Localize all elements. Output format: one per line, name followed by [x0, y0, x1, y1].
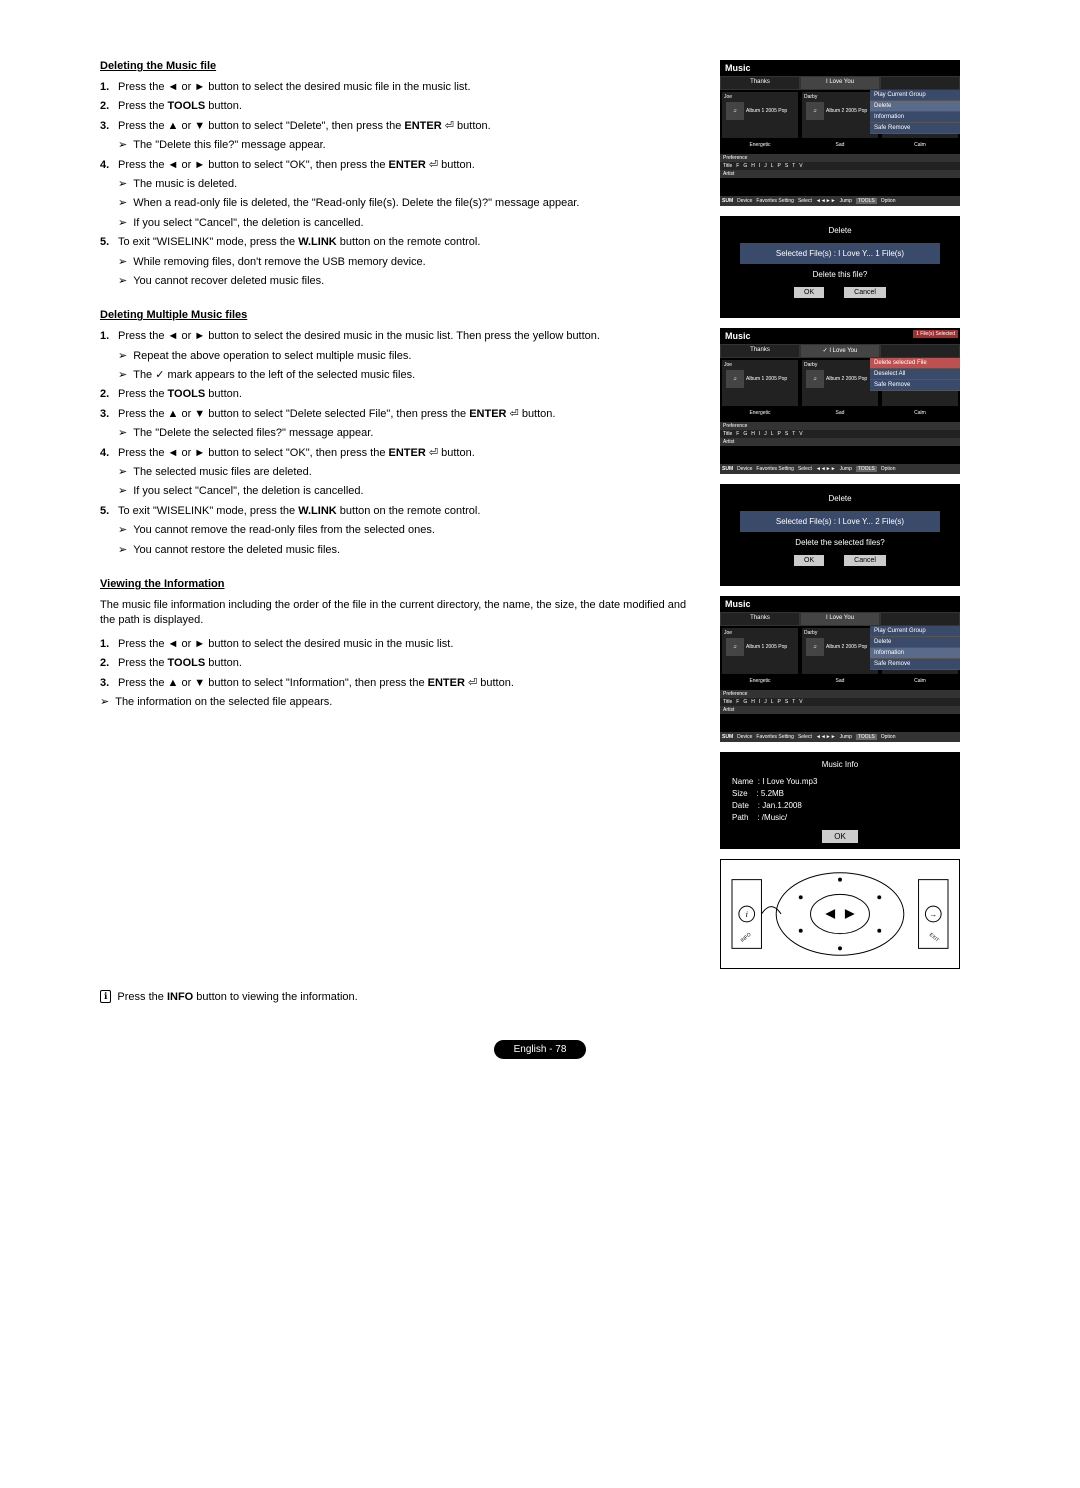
- steps-delete-single: 1.Press the ◄ or ► button to select the …: [100, 80, 700, 289]
- step-text: Press the ◄ or ► button to select the de…: [118, 80, 700, 95]
- context-menu: Play Current Group Delete Information Sa…: [870, 626, 960, 670]
- screenshot-music-delete: Music Thanks I Love You Joe♫Album 1 2005…: [720, 60, 960, 206]
- screenshot-music-info: Music Thanks I Love You Joe♫Album 1 2005…: [720, 596, 960, 742]
- section-title-delete-single: Deleting the Music file: [100, 60, 700, 72]
- context-menu: Delete selected File Deselect All Safe R…: [870, 358, 960, 391]
- section-title-view-info: Viewing the Information: [100, 578, 700, 590]
- menu-item-delete[interactable]: Delete: [870, 101, 960, 112]
- info-row: Name : I Love You.mp3: [732, 777, 948, 786]
- arrow-icon: ➢: [118, 138, 127, 153]
- menu-item[interactable]: Safe Remove: [870, 123, 960, 134]
- ss-tab[interactable]: Thanks: [720, 76, 800, 90]
- ss-tab[interactable]: I Love You: [800, 76, 880, 90]
- menu-item-information[interactable]: Information: [870, 648, 960, 659]
- cancel-button[interactable]: Cancel: [844, 555, 886, 566]
- menu-item[interactable]: Play Current Group: [870, 90, 960, 101]
- steps-delete-multiple: 1.Press the ◄ or ► button to select the …: [100, 329, 700, 558]
- cancel-button[interactable]: Cancel: [844, 287, 886, 298]
- menu-item-delete-selected[interactable]: Delete selected File: [870, 358, 960, 369]
- page-content: Deleting the Music file 1.Press the ◄ or…: [100, 60, 980, 1003]
- remote-diagram: i INFO → EXIT: [720, 859, 960, 969]
- menu-item[interactable]: Information: [870, 112, 960, 123]
- steps-view-info: 1.Press the ◄ or ► button to select the …: [100, 637, 700, 691]
- alpha-row: Title F G H I J L P S T V: [720, 162, 960, 170]
- intro-view-info: The music file information including the…: [100, 598, 700, 629]
- ok-button[interactable]: OK: [794, 555, 824, 566]
- step-num: 1.: [100, 80, 118, 95]
- ok-button[interactable]: OK: [822, 830, 858, 843]
- right-column: Music Thanks I Love You Joe♫Album 1 2005…: [720, 60, 980, 1003]
- music-note-icon: ♫: [726, 102, 744, 120]
- screenshot-music-delete-multiple: Music 1 File(s) Selected Thanks ✓ I Love…: [720, 328, 960, 474]
- dialog-delete-multiple: Delete Selected File(s) : I Love Y... 2 …: [720, 484, 960, 586]
- context-menu: Play Current Group Delete Information Sa…: [870, 90, 960, 134]
- svg-text:→: →: [929, 910, 937, 919]
- left-arrow-icon: [825, 909, 835, 919]
- music-card[interactable]: Joe♫Album 1 2005 Pop: [722, 92, 798, 138]
- ok-button[interactable]: OK: [794, 287, 824, 298]
- music-card[interactable]: Darby♫Album 2 2005 Pop: [802, 92, 878, 138]
- info-note: ℹ Press the INFO button to viewing the i…: [100, 990, 700, 1003]
- right-arrow-icon: [845, 909, 855, 919]
- remote-button-icon: ℹ: [100, 990, 111, 1003]
- left-column: Deleting the Music file 1.Press the ◄ or…: [100, 60, 700, 1003]
- music-note-icon: ♫: [806, 102, 824, 120]
- page-footer: English - 78: [100, 1043, 980, 1055]
- section-title-delete-multiple: Deleting Multiple Music files: [100, 309, 700, 321]
- dialog-delete-single: Delete Selected File(s) : I Love Y... 1 …: [720, 216, 960, 318]
- ss-header: Music: [720, 60, 960, 76]
- page-number: English - 78: [494, 1040, 587, 1059]
- music-info-panel: Music Info Name : I Love You.mp3 Size : …: [720, 752, 960, 849]
- selected-badge: 1 File(s) Selected: [913, 330, 958, 338]
